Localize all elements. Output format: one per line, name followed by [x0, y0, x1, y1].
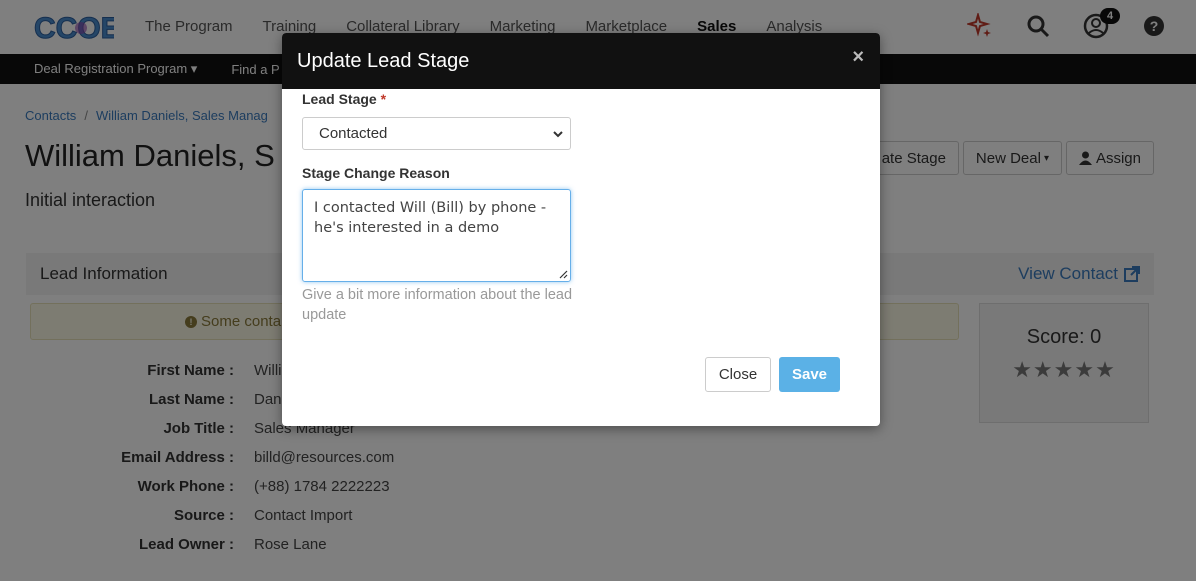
resize-grip-icon[interactable] — [558, 269, 568, 279]
modal-header: Update Lead Stage × — [282, 33, 880, 89]
required-mark: * — [380, 91, 387, 107]
lead-stage-select[interactable]: Contacted — [302, 117, 571, 150]
lead-stage-label-text: Lead Stage — [302, 91, 377, 107]
help-text: Give a bit more information about the le… — [302, 287, 573, 323]
close-button[interactable]: Close — [705, 357, 771, 392]
modal-title: Update Lead Stage — [297, 49, 470, 72]
stage-change-reason-label: Stage Change Reason — [302, 165, 450, 181]
close-icon[interactable]: × — [852, 47, 864, 67]
lead-stage-label: Lead Stage * — [302, 91, 862, 107]
chevron-down-icon — [553, 131, 563, 138]
lead-stage-value: Contacted — [319, 125, 388, 142]
stage-change-reason-textarea[interactable]: I contacted Will (Bill) by phone - he's … — [302, 189, 571, 282]
save-button[interactable]: Save — [779, 357, 840, 392]
reason-text: I contacted Will (Bill) by phone - he's … — [314, 200, 547, 236]
modal-body: Lead Stage * Contacted Stage Change Reas… — [302, 91, 862, 323]
update-lead-stage-modal: Update Lead Stage × Lead Stage * Contact… — [282, 33, 880, 426]
